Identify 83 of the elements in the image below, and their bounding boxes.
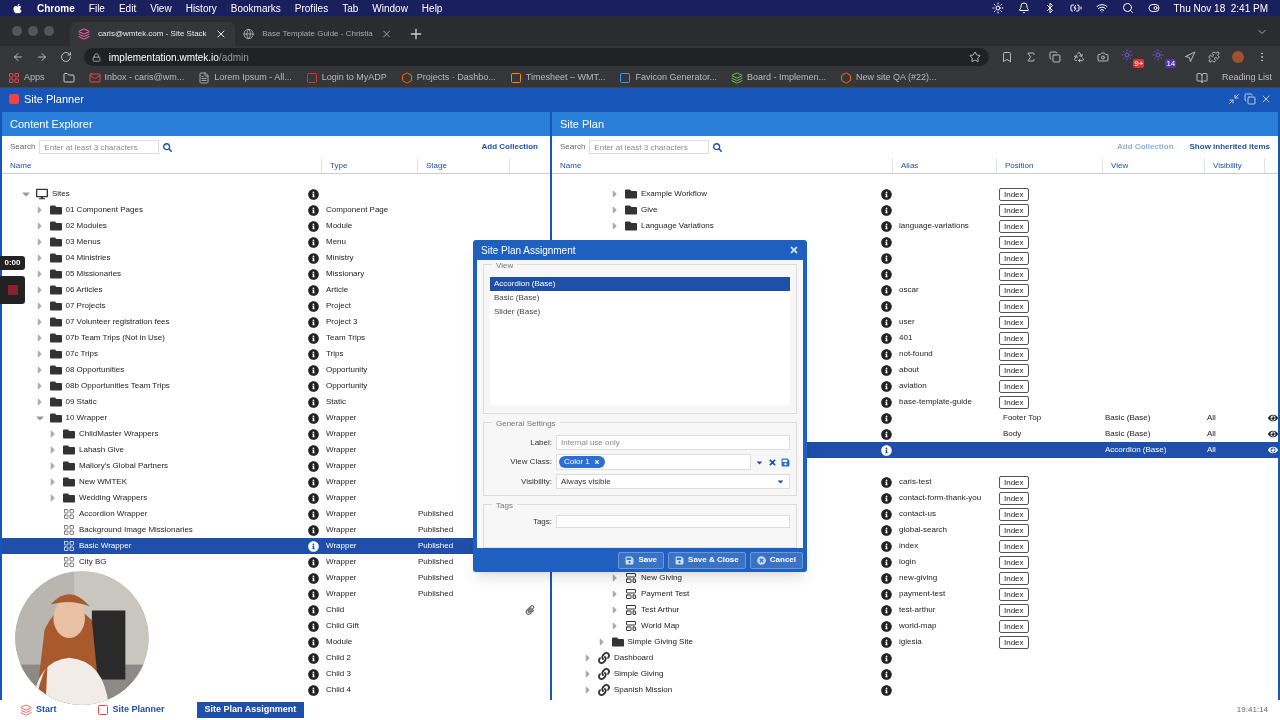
general-settings-legend: General Settings bbox=[492, 418, 560, 430]
type-text: Wrapper bbox=[326, 413, 357, 422]
stage-text: Published bbox=[418, 509, 454, 518]
app-title: Site Planner bbox=[24, 91, 85, 107]
alias-text: base-template-guide bbox=[899, 397, 972, 406]
type-text: Child 2 bbox=[326, 653, 351, 662]
type-text: Child 4 bbox=[326, 685, 351, 694]
alias-text: login bbox=[899, 557, 916, 566]
visibility-label: Visibility: bbox=[520, 475, 552, 488]
search-label: Search bbox=[10, 141, 36, 153]
type-text: Project 3 bbox=[326, 317, 358, 326]
type-text: Wrapper bbox=[326, 557, 357, 566]
alias-text: oscar bbox=[899, 285, 919, 294]
label-label: Label: bbox=[529, 436, 552, 449]
type-text: Child Gift bbox=[326, 621, 359, 630]
stage-text: Published bbox=[418, 525, 454, 534]
alias-text: not-found bbox=[899, 349, 933, 358]
dialog-title: Site Plan Assignment bbox=[481, 243, 577, 258]
visibility-text: All bbox=[1207, 429, 1216, 438]
type-text: Team Trips bbox=[326, 333, 366, 342]
type-text: Module bbox=[326, 221, 353, 230]
view-text: Basic (Base) bbox=[1105, 413, 1151, 422]
view-text: Accordion (Base) bbox=[1105, 445, 1167, 454]
panel-header: Site Plan bbox=[552, 112, 1278, 136]
tab-title: Base Template Guide - Christia bbox=[262, 28, 373, 40]
alias-text: contact-form-thank-you bbox=[899, 493, 982, 502]
type-text: Wrapper bbox=[326, 525, 357, 534]
type-text: Child 3 bbox=[326, 669, 351, 678]
stage-text: Published bbox=[418, 541, 454, 550]
stage-text: Published bbox=[418, 573, 454, 582]
type-text: Static bbox=[326, 397, 346, 406]
alias-text: contact-us bbox=[899, 509, 936, 518]
badge: 9+ bbox=[1133, 59, 1145, 68]
alias-text: index bbox=[899, 541, 919, 550]
view-class-label: View Class: bbox=[509, 456, 552, 468]
type-text: Opportunity bbox=[326, 381, 368, 390]
type-text: Trips bbox=[326, 349, 344, 358]
search-label: Search bbox=[560, 141, 586, 153]
type-text: Component Page bbox=[326, 205, 389, 214]
type-text: Wrapper bbox=[326, 573, 357, 582]
type-text: Module bbox=[326, 637, 353, 646]
alias-text: new-giving bbox=[899, 573, 938, 582]
clock-text: 19:41:14 bbox=[1236, 704, 1268, 716]
type-text: Wrapper bbox=[326, 589, 357, 598]
menu-clock: Thu Nov 18 2:41 PM bbox=[1173, 1, 1268, 16]
alias-text: global-search bbox=[899, 525, 948, 534]
alias-text: aviation bbox=[899, 381, 927, 390]
type-text: Wrapper bbox=[326, 429, 357, 438]
type-text: Opportunity bbox=[326, 365, 368, 374]
position-text: Footer Top bbox=[1002, 413, 1042, 422]
visibility-text: All bbox=[1207, 445, 1216, 454]
stage-text: Published bbox=[418, 589, 454, 598]
view-text: Basic (Base) bbox=[1105, 429, 1151, 438]
alias-text: iglesia bbox=[899, 637, 922, 646]
type-text: Wrapper bbox=[326, 477, 357, 486]
type-text: Wrapper bbox=[326, 461, 357, 470]
tags-label: Tags: bbox=[531, 515, 552, 528]
type-text: Wrapper bbox=[326, 445, 357, 454]
type-text: Child bbox=[326, 605, 345, 614]
alias-text: payment-test bbox=[899, 589, 946, 598]
type-text: Article bbox=[326, 285, 349, 294]
type-text: Project bbox=[326, 301, 351, 310]
tab-title: caris@wmtek.com - Site Stack bbox=[98, 28, 207, 40]
alias-text: user bbox=[899, 317, 915, 326]
stage-text: Published bbox=[418, 557, 454, 566]
alias-text: 401 bbox=[899, 333, 913, 342]
type-text: Wrapper bbox=[326, 493, 357, 502]
type-text: Ministry bbox=[326, 253, 354, 262]
type-text: Missionary bbox=[326, 269, 365, 278]
alias-text: caris-test bbox=[899, 477, 932, 486]
tags-legend: Tags bbox=[492, 500, 517, 512]
type-text: Wrapper bbox=[326, 509, 357, 518]
alias-text: about bbox=[899, 365, 920, 374]
alias-text: test-arthur bbox=[899, 605, 936, 614]
visibility-text: All bbox=[1207, 413, 1216, 422]
position-text: Body bbox=[1002, 429, 1022, 438]
alias-text: world-map bbox=[899, 621, 937, 630]
alias-text: language-variations bbox=[899, 221, 969, 230]
type-text: Menu bbox=[326, 237, 346, 246]
badge: 14 bbox=[1165, 59, 1177, 68]
recording-timer: 0:00 bbox=[0, 256, 25, 270]
type-text: Wrapper bbox=[326, 541, 357, 550]
panel-header: Content Explorer bbox=[2, 112, 550, 136]
